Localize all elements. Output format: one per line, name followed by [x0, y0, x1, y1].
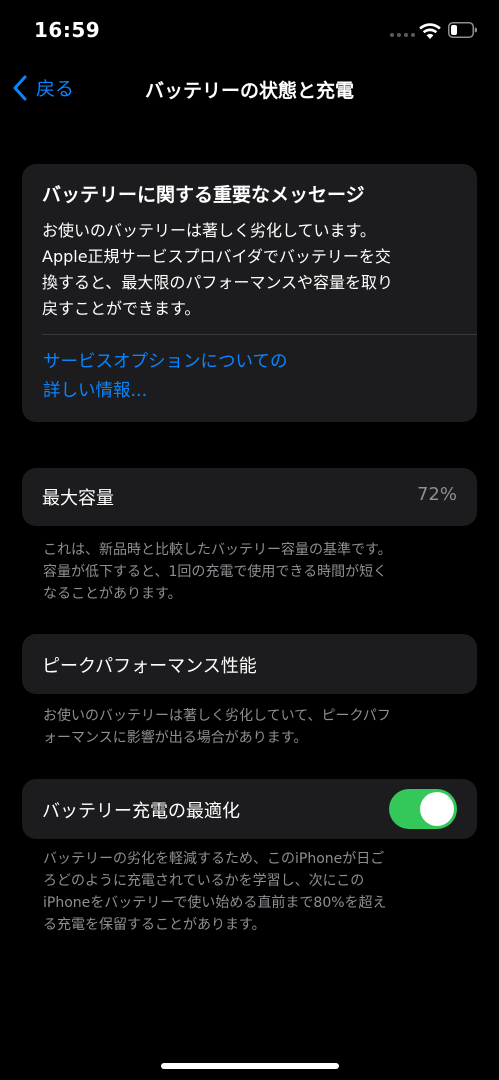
message-title: バッテリーに関する重要なメッセージ [42, 184, 365, 206]
peak-performance-label: ピークパフォーマンス性能 [42, 656, 257, 677]
status-bar: 16:59 [0, 0, 499, 60]
cellular-signal-icon [390, 33, 415, 37]
battery-health-screen: 16:59 戻る バッテリーの状態と充電 バッテリーに関する重要なメッセージ お… [0, 0, 499, 1080]
footnote-line: バッテリーの劣化を軽減するため、このiPhoneが日ご [43, 851, 385, 867]
navigation-bar: 戻る バッテリーの状態と充電 [0, 64, 499, 114]
max-capacity-label: 最大容量 [42, 488, 114, 509]
message-body-line: 換すると、最大限のパフォーマンスや容量を取り [42, 273, 394, 292]
service-options-link-line: サービスオプションについての [43, 352, 288, 372]
optimized-charging-toggle[interactable] [389, 789, 457, 829]
footnote-line: ォーマンスに影響が出る場合があります。 [43, 730, 308, 746]
peak-performance-footnote: お使いのバッテリーは著しく劣化していて、ピークパフ ォーマンスに影響が出る場合が… [43, 705, 463, 749]
battery-icon [448, 22, 477, 38]
service-options-link-line: 詳しい情報... [43, 381, 148, 401]
status-time: 16:59 [34, 18, 101, 42]
message-body: お使いのバッテリーは著しく劣化しています。 Apple正規サービスプロバイダでバ… [42, 218, 462, 322]
footnote-line: なることがあります。 [43, 586, 182, 602]
max-capacity-row: 最大容量 72% [22, 468, 477, 526]
footnote-line: これは、新品時と比較したバッテリー容量の基準です。 [43, 542, 392, 558]
footnote-line: る充電を保留することがあります。 [43, 917, 266, 933]
wifi-icon [419, 23, 441, 39]
optimized-charging-label: バッテリー充電の最適化 [42, 801, 240, 822]
message-body-line: 戻すことができます。 [42, 299, 201, 318]
message-body-line: Apple正規サービスプロバイダでバッテリーを交 [42, 247, 391, 266]
home-indicator[interactable] [161, 1063, 339, 1069]
message-divider [42, 334, 477, 335]
footnote-line: 容量が低下すると、1回の充電で使用できる時間が短く [43, 564, 388, 580]
max-capacity-value: 72% [416, 484, 457, 505]
toggle-knob [420, 792, 454, 826]
service-options-link[interactable]: サービスオプションについての 詳しい情報... [43, 348, 373, 406]
footnote-line: iPhoneをバッテリーで使い始める直前まで80%を超え [43, 895, 387, 911]
footnote-line: お使いのバッテリーは著しく劣化していて、ピークパフ [43, 708, 391, 724]
optimized-charging-row: バッテリー充電の最適化 [22, 779, 477, 839]
footnote-line: ろどのように充電されているかを学習し、次にこの [43, 873, 365, 889]
optimized-charging-footnote: バッテリーの劣化を軽減するため、このiPhoneが日ご ろどのように充電されてい… [43, 848, 463, 936]
page-title: バッテリーの状態と充電 [144, 80, 354, 102]
message-body-line: お使いのバッテリーは著しく劣化しています。 [42, 221, 376, 240]
peak-performance-row[interactable]: ピークパフォーマンス性能 [22, 634, 477, 694]
max-capacity-footnote: これは、新品時と比較したバッテリー容量の基準です。 容量が低下すると、1回の充電… [43, 539, 463, 605]
